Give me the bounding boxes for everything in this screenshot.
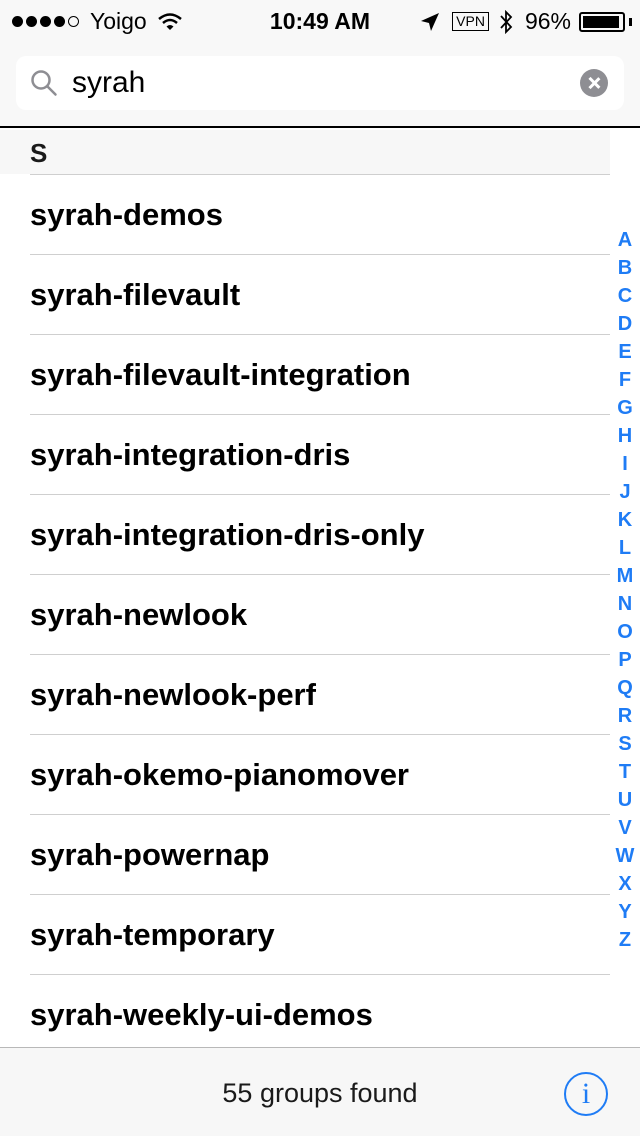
list-item-label: syrah-temporary xyxy=(30,917,275,952)
index-letter-n[interactable]: N xyxy=(610,590,640,618)
battery-percent: 96% xyxy=(524,8,571,34)
battery-tip xyxy=(629,17,632,26)
groups-found-label: 55 groups found xyxy=(222,1078,418,1108)
list-item-label: syrah-demos xyxy=(30,197,223,232)
index-letter-t[interactable]: T xyxy=(610,758,640,786)
vpn-badge: VPN xyxy=(452,12,489,31)
index-letter-g[interactable]: G xyxy=(610,394,640,422)
list-item-label: syrah-integration-dris-only xyxy=(30,517,425,552)
list-item-label: syrah-filevault xyxy=(30,277,241,312)
list-item[interactable]: syrah-integration-dris xyxy=(30,414,610,494)
top-bar: Yoigo 10:49 AM VPN 96% xyxy=(0,0,640,128)
list-item-label: syrah-powernap xyxy=(30,837,270,872)
index-letter-m[interactable]: M xyxy=(610,562,640,590)
index-letter-j[interactable]: J xyxy=(610,478,640,506)
list-item-label: syrah-newlook-perf xyxy=(30,677,316,712)
battery-fill xyxy=(583,15,620,28)
location-arrow-icon xyxy=(421,12,440,31)
list-item[interactable]: syrah-newlook-perf xyxy=(30,654,610,734)
index-letter-k[interactable]: K xyxy=(610,506,640,534)
index-letter-w[interactable]: W xyxy=(610,842,640,870)
status-right: VPN 96% xyxy=(420,8,632,35)
list-item-label: syrah-okemo-pianomover xyxy=(30,757,409,792)
bottom-toolbar: 55 groups found i xyxy=(0,1047,640,1136)
clear-search-button[interactable] xyxy=(580,69,608,97)
index-letter-x[interactable]: X xyxy=(610,870,640,898)
list-item[interactable]: syrah-filevault xyxy=(30,254,610,334)
section-header: S xyxy=(0,130,610,174)
section-header-label: S xyxy=(30,138,48,168)
index-letter-y[interactable]: Y xyxy=(610,898,640,926)
search-bar[interactable] xyxy=(16,56,624,110)
index-letter-i[interactable]: I xyxy=(610,450,640,478)
list-item[interactable]: syrah-integration-dris-only xyxy=(30,494,610,574)
index-letter-q[interactable]: Q xyxy=(610,674,640,702)
index-letter-v[interactable]: V xyxy=(610,814,640,842)
battery-icon xyxy=(579,11,625,32)
list-item[interactable]: syrah-filevault-integration xyxy=(30,334,610,414)
index-letter-b[interactable]: B xyxy=(610,254,640,282)
list-item-label: syrah-weekly-ui-demos xyxy=(30,997,373,1032)
index-letter-d[interactable]: D xyxy=(610,310,640,338)
bluetooth-icon xyxy=(500,9,513,34)
list-item[interactable]: syrah-demos xyxy=(30,174,610,254)
index-letter-f[interactable]: F xyxy=(610,366,640,394)
index-letter-c[interactable]: C xyxy=(610,282,640,310)
search-input[interactable] xyxy=(72,64,562,102)
list-item[interactable]: syrah-temporary xyxy=(30,894,610,974)
list-item-label: syrah-integration-dris xyxy=(30,437,351,472)
index-letter-r[interactable]: R xyxy=(610,702,640,730)
index-letter-o[interactable]: O xyxy=(610,618,640,646)
section-index[interactable]: ABCDEFGHIJKLMNOPQRSTUVWXYZ xyxy=(610,226,640,954)
group-list: syrah-demos syrah-filevault syrah-fileva… xyxy=(0,174,610,1054)
index-letter-s[interactable]: S xyxy=(610,730,640,758)
search-icon xyxy=(31,70,57,96)
list-item[interactable]: syrah-weekly-ui-demos xyxy=(30,974,610,1054)
index-letter-h[interactable]: H xyxy=(610,422,640,450)
index-letter-u[interactable]: U xyxy=(610,786,640,814)
index-letter-e[interactable]: E xyxy=(610,338,640,366)
index-letter-a[interactable]: A xyxy=(610,226,640,254)
list-item[interactable]: syrah-powernap xyxy=(30,814,610,894)
status-bar: Yoigo 10:49 AM VPN 96% xyxy=(0,0,640,40)
index-letter-z[interactable]: Z xyxy=(610,926,640,954)
list-item-label: syrah-newlook xyxy=(30,597,248,632)
list-item-label: syrah-filevault-integration xyxy=(30,357,411,392)
index-letter-p[interactable]: P xyxy=(610,646,640,674)
list-item[interactable]: syrah-okemo-pianomover xyxy=(30,734,610,814)
list-item[interactable]: syrah-newlook xyxy=(30,574,610,654)
info-button[interactable]: i xyxy=(564,1072,608,1116)
index-letter-l[interactable]: L xyxy=(610,534,640,562)
